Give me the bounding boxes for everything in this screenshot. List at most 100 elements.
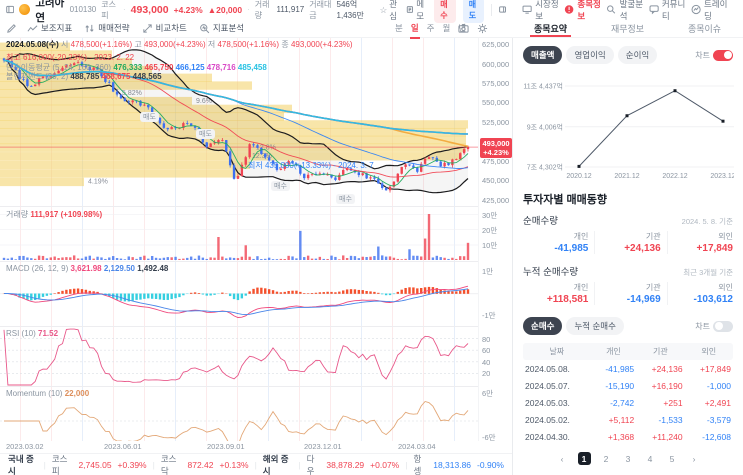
timeframe-분[interactable]: 분: [394, 20, 404, 36]
table-row: 2024.05.02. +5,112 -1,533 -3,579: [523, 411, 733, 428]
chip-영업이익[interactable]: 영업이익: [566, 46, 614, 64]
change-amount: ▲20,000: [207, 4, 243, 15]
tool-비교차트[interactable]: 비교차트: [142, 22, 187, 34]
investor-cell-외인: 외인 +17,849: [668, 231, 733, 254]
ticker-name[interactable]: 다우: [307, 453, 321, 475]
investor-name: 개인: [573, 232, 589, 241]
pane-axis-label: -6만: [482, 433, 496, 442]
sidebar-toggle-icon[interactable]: [6, 4, 14, 15]
tool-label: 매매전략: [98, 23, 130, 33]
chart-toggle[interactable]: [713, 320, 733, 332]
stock-logo: [19, 4, 31, 15]
date-label: 2023.06.01: [104, 442, 142, 451]
timeframe-월[interactable]: 월: [441, 20, 451, 36]
turnover-value: 546억 1,436만: [336, 0, 364, 20]
panel-toggle-icon[interactable]: [499, 4, 506, 15]
chart-toggle-wrap: 차트: [695, 320, 733, 332]
tool-보조지표[interactable]: 보조지표: [27, 22, 72, 34]
chart-area: 5.82% 9.6% 12.8% 12.3% 4.19% 625,000 600,000 5…: [0, 38, 512, 475]
toggle-knob: [714, 322, 723, 330]
svg-text:9조 4,006억: 9조 4,006억: [527, 123, 563, 131]
tool-매매전략[interactable]: 매매전략: [84, 22, 130, 34]
table-cell: -1,533: [658, 414, 683, 425]
svg-text:2020.12: 2020.12: [566, 173, 591, 180]
low-note: 최저 435,000(+13.33%) - 2024. 3. 7: [248, 161, 374, 170]
search-icon: [606, 4, 616, 15]
gear-icon[interactable]: [477, 23, 488, 34]
tool-지표분석[interactable]: 지표분석: [199, 22, 244, 34]
ticker-name[interactable]: 코스피: [52, 453, 73, 475]
investor-buttons: 순매수 누적 순매수 차트: [523, 317, 733, 335]
page-2[interactable]: 2: [600, 452, 613, 465]
ticker-separator: |: [43, 459, 46, 470]
pane-axis-label: 20: [482, 369, 491, 379]
pane-axis-label: 40: [482, 357, 491, 367]
investors-title: 투자자별 매매동향: [523, 194, 608, 206]
ticker-separator: |: [405, 459, 408, 470]
rsi-pane-label: RSI (10) 71.52: [6, 329, 59, 338]
investor-cell-개인: 개인 -41,985: [523, 231, 596, 254]
arrows-icon: [84, 23, 95, 34]
chip-순매수[interactable]: 순매수: [523, 317, 563, 335]
table-row: 2024.04.30. +1,368 +11,240 -12,608: [523, 428, 733, 445]
timeframe-일[interactable]: 일: [409, 20, 420, 39]
ticker-name[interactable]: 항셍: [413, 453, 427, 475]
table-cell: -1,000: [706, 380, 731, 391]
toggle-knob: [723, 51, 732, 59]
tool-label: 보조지표: [41, 23, 73, 33]
investor-value: +24,136: [624, 243, 661, 254]
ticker-change: -0.90%: [477, 459, 504, 470]
ticker-change: +0.13%: [219, 459, 249, 470]
table-cell-date: 2024.05.07.: [525, 380, 570, 391]
table-cell: -41,985: [605, 363, 635, 374]
pane-axis-label: 60: [482, 346, 491, 356]
chip-누적 순매수[interactable]: 누적 순매수: [566, 317, 624, 335]
svg-text:11조 4,437억: 11조 4,437억: [523, 83, 563, 91]
ticker-value: 872.42: [187, 459, 214, 470]
ticker-value: 18,313.86: [433, 459, 472, 470]
ticker-change: +0.07%: [370, 459, 400, 470]
change-percent: +4.23%: [173, 4, 203, 15]
page-1[interactable]: 1: [577, 452, 591, 465]
main-chart[interactable]: 5.82%9.6%12.8%12.3%4.19%: [0, 38, 478, 441]
chip-순이익[interactable]: 순이익: [617, 46, 658, 64]
macd-value: 2,129.50: [103, 264, 138, 273]
page-5[interactable]: 5: [666, 452, 679, 465]
price-axis-label: 425,000: [482, 195, 510, 205]
price-axis-label: 625,000: [482, 40, 510, 50]
chip-매출액[interactable]: 매출액: [523, 46, 563, 64]
investor-value: -103,612: [693, 294, 733, 305]
ticker-value: 2,745.05: [78, 459, 112, 470]
prev-page-button[interactable]: ‹: [556, 452, 569, 465]
macd-pane-label: MACD (26, 12, 9) 3,621.98 2,129.50 1,492…: [6, 264, 169, 273]
price-axis-label: 575,000: [482, 79, 510, 89]
tab-종목요약[interactable]: 종목요약: [529, 19, 572, 37]
toggle-label: 차트: [695, 321, 710, 331]
timeframe-주[interactable]: 주: [426, 20, 436, 36]
tab-종목이슈[interactable]: 종목이슈: [688, 19, 721, 37]
price-axis-label: 450,000: [482, 176, 510, 186]
investor-value: -14,969: [626, 294, 661, 305]
investor-name: 외인: [718, 283, 733, 292]
tool-label: 비교차트: [155, 23, 187, 33]
pencil-icon[interactable]: [6, 23, 17, 34]
page-3[interactable]: 3: [622, 452, 635, 465]
next-page-button[interactable]: ›: [688, 452, 701, 465]
camera-icon[interactable]: [458, 23, 469, 34]
ticker-separator: |: [152, 459, 155, 470]
page-4[interactable]: 4: [644, 452, 657, 465]
table-cell: +16,190: [651, 380, 683, 391]
chart-toggle[interactable]: [713, 49, 733, 61]
panel-tabs: 종목요약 재무정보 종목이슈: [512, 19, 743, 37]
table-cell: -15,190: [605, 380, 635, 391]
macd-value: 3,621.98: [70, 264, 104, 273]
pagination: ‹ 1 2 3 4 5 ›: [523, 452, 733, 465]
table-cell: +11,240: [652, 431, 683, 442]
pane-axis-label: 1만: [482, 267, 494, 276]
tab-재무정보[interactable]: 재무정보: [611, 19, 644, 37]
toggle-label: 차트: [695, 50, 710, 60]
table-row: 2024.05.07. -15,190 +16,190 -1,000: [523, 377, 733, 394]
date-axis: 2023.03.02 2023.06.01 2023.09.01 2023.12.01…: [0, 441, 478, 453]
ticker-name[interactable]: 코스닥: [161, 453, 182, 475]
date-label: 2023.09.01: [207, 442, 245, 451]
